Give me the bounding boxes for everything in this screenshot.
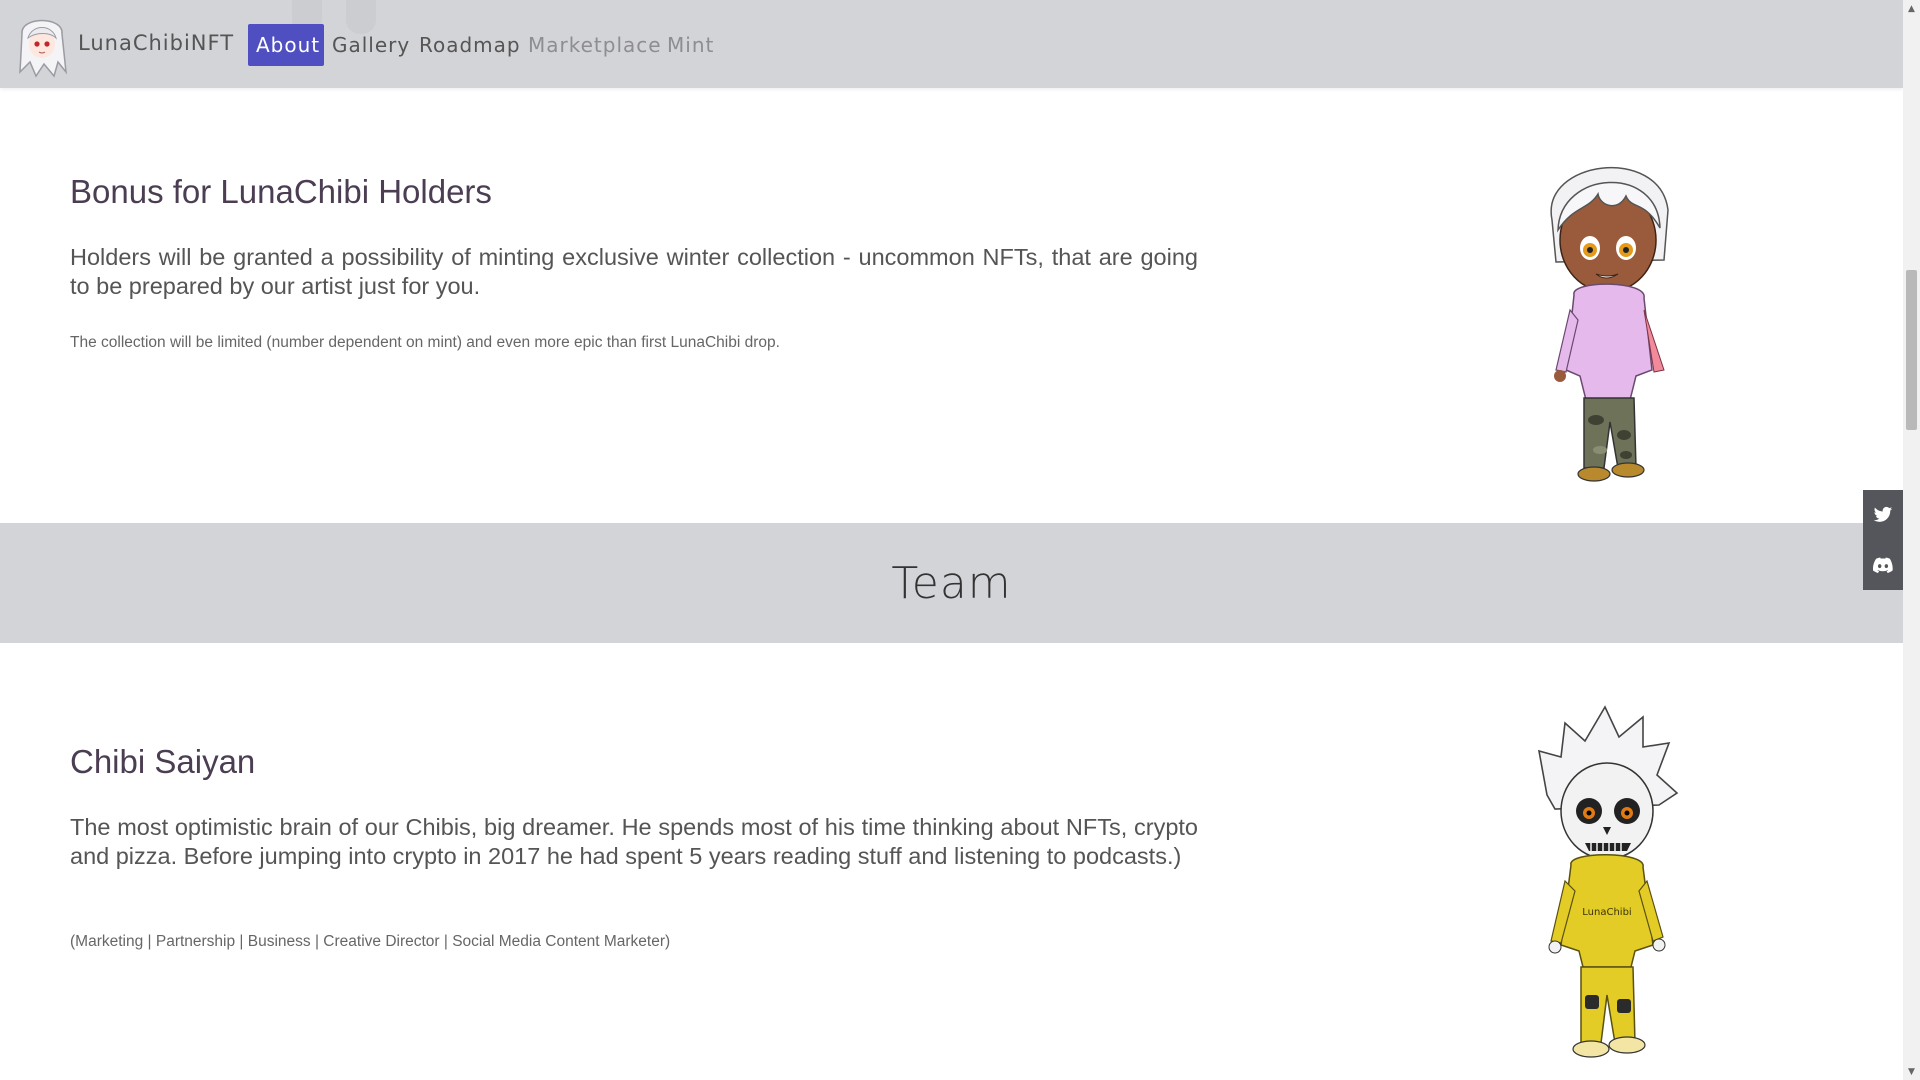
scrollbar-thumb[interactable] — [1906, 270, 1917, 430]
scroll-down-arrow-icon[interactable]: ▼ — [1903, 1063, 1920, 1080]
discord-link[interactable] — [1863, 540, 1903, 590]
member-roles: (Marketing | Partnership | Business | Cr… — [70, 933, 671, 950]
team-member-card: Chibi Saiyan The most optimistic brain o… — [0, 643, 1903, 1080]
nav-link-mint[interactable]: Mint — [659, 24, 722, 66]
member-name: Chibi Saiyan — [70, 743, 256, 780]
page: LunaChibiNFT About Gallery Roadmap Marke… — [0, 0, 1903, 1080]
nav-link-about[interactable]: About — [248, 24, 324, 66]
member-bio: The most optimistic brain of our Chibis,… — [70, 814, 1198, 869]
brand-logo[interactable] — [14, 12, 70, 78]
chibi-character-image — [1550, 166, 1669, 482]
nav-link-gallery[interactable]: Gallery — [324, 24, 418, 66]
social-sidebar — [1863, 490, 1903, 590]
bonus-lead: Holders will be granted a possibility of… — [70, 244, 1198, 299]
hoodie-print: LunaChibi — [1582, 907, 1631, 918]
scrollbar[interactable]: ▲ ▼ — [1903, 0, 1920, 1080]
twitter-icon — [1873, 506, 1893, 522]
team-title: Team — [891, 557, 1012, 609]
nav-link-marketplace[interactable]: Marketplace — [520, 24, 670, 66]
navbar: LunaChibiNFT About Gallery Roadmap Marke… — [0, 0, 1903, 88]
scroll-up-arrow-icon[interactable]: ▲ — [1903, 0, 1920, 17]
chibi-saiyan-image: LunaChibi — [1537, 705, 1679, 1058]
bonus-section: Bonus for LunaChibi Holders Holders will… — [0, 88, 1903, 523]
brand-name[interactable]: LunaChibiNFT — [78, 31, 234, 55]
team-band: Team — [0, 523, 1903, 643]
bonus-note: The collection will be limited (number d… — [70, 334, 780, 351]
discord-icon — [1873, 557, 1893, 573]
twitter-link[interactable] — [1863, 490, 1903, 540]
nav-link-roadmap[interactable]: Roadmap — [411, 24, 529, 66]
bonus-title: Bonus for LunaChibi Holders — [70, 173, 492, 210]
